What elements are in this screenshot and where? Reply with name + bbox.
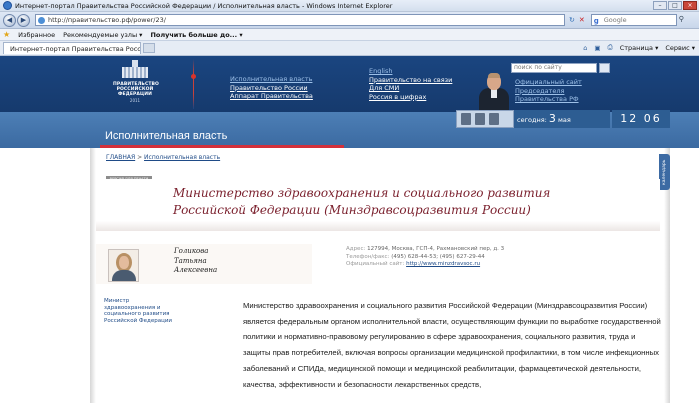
header-divider — [193, 59, 194, 109]
address-actions: ↻ ✕ — [569, 16, 585, 24]
url-text: http://правительство.рф/power/23/ — [48, 16, 166, 24]
phone-value: (495) 628-44-53; (495) 627-29-44 — [391, 253, 485, 260]
breadcrumb-separator: > — [135, 154, 145, 161]
pm-link-official[interactable]: Официальный сайт — [515, 78, 582, 87]
site-search-input[interactable]: поиск по сайту — [511, 63, 597, 73]
browser-search-placeholder: Google — [603, 16, 627, 24]
tab-title: Интернет-портал Правительства Российской… — [10, 44, 141, 53]
stop-icon[interactable]: ✕ — [579, 16, 585, 24]
nav-media[interactable]: Для СМИ — [369, 84, 452, 93]
logo-line-3: ФЕДЕРАЦИИ — [117, 92, 152, 97]
time-display: 12 06 — [612, 110, 670, 128]
section-title: Исполнительная власть — [105, 130, 228, 142]
date-day: 3 — [548, 112, 556, 125]
maximize-button[interactable]: □ — [668, 1, 682, 10]
pm-site-links: Официальный сайт Председателя Правительс… — [515, 78, 582, 104]
page-icon — [38, 16, 45, 24]
site-label: Официальный сайт: — [346, 261, 405, 267]
url-input[interactable]: http://правительство.рф/power/23/ — [35, 14, 565, 26]
window-controls: – □ × — [653, 1, 697, 10]
address-label: Адрес: — [346, 246, 366, 252]
breadcrumb-current[interactable]: Исполнительная власть — [144, 154, 220, 161]
pm-photo[interactable] — [478, 72, 510, 110]
minimize-button[interactable]: – — [653, 1, 667, 10]
page-menu[interactable]: Страница ▾ — [620, 44, 659, 52]
tab-current[interactable]: Интернет-портал Правительства Российской… — [3, 42, 141, 54]
refresh-icon[interactable]: ↻ — [569, 16, 575, 24]
nav-contact[interactable]: Правительство на связи — [369, 76, 452, 85]
ministry-description: Министерство здравоохранения и социально… — [243, 301, 661, 389]
forward-button[interactable]: ▶ — [17, 13, 30, 27]
command-bar: ⌂ ▣ ⎙ Страница ▾ Сервис ▾ — [583, 43, 695, 52]
ministry-site-link[interactable]: http://www.minzdravsoc.ru — [406, 261, 480, 267]
address-bar: ◀ ▶ http://правительство.рф/power/23/ ↻ … — [0, 12, 699, 29]
minister-patronymic: Алексеевна — [174, 266, 218, 274]
minister-surname: Голикова — [174, 247, 209, 255]
minister-name[interactable]: Голикова Татьяна Алексеевна — [174, 247, 217, 276]
site-search-button[interactable] — [599, 63, 610, 73]
minister-first-name: Татьяна — [174, 256, 207, 265]
nav-government[interactable]: Правительство России — [230, 84, 313, 93]
ie-logo-icon — [3, 1, 12, 10]
date-label: сегодня: — [517, 116, 547, 124]
feedback-icon[interactable] — [461, 113, 471, 125]
breadcrumb: ГЛАВНАЯ > Исполнительная власть — [106, 154, 220, 161]
close-button[interactable]: × — [683, 1, 697, 10]
header-marker-dot — [191, 74, 196, 79]
feeds-icon[interactable]: ▣ — [594, 44, 600, 52]
nav-apparatus[interactable]: Аппарат Правительства — [230, 92, 313, 101]
utility-icons — [456, 110, 514, 128]
ministry-contacts: Адрес: 127994, Москва, ГСП-4, Рахмановск… — [346, 246, 504, 269]
white-house-icon — [121, 60, 149, 80]
calendar-side-tab[interactable]: календарь — [659, 154, 670, 190]
minister-photo[interactable] — [108, 249, 139, 282]
header-nav-secondary: English Правительство на связи Для СМИ Р… — [369, 67, 452, 101]
nav-english[interactable]: English — [369, 67, 452, 76]
government-logo[interactable]: ПРАВИТЕЛЬСТВО РОССИЙСКОЙ ФЕДЕРАЦИИ 2011 — [113, 60, 159, 110]
logo-year: 2011 — [129, 98, 141, 103]
pm-link-government[interactable]: Правительства РФ — [515, 95, 582, 104]
sitemap-icon[interactable] — [489, 113, 499, 125]
browser-search-input[interactable]: g Google — [590, 14, 677, 26]
favorites-star-icon: ★ — [3, 30, 11, 39]
print-icon[interactable]: ⎙ — [608, 43, 613, 52]
date-month: мая — [557, 116, 571, 124]
phone-label: Телефон/факс: — [346, 253, 390, 260]
fav-link-get-more[interactable]: Получить больше до... ▾ — [150, 31, 242, 39]
fav-link-recommended[interactable]: Рекомендуемые узлы ▾ — [63, 31, 142, 39]
window-titlebar: Интернет-портал Правительства Российской… — [0, 0, 699, 12]
new-tab-button[interactable] — [143, 43, 155, 53]
favorites-bar: ★ Избранное Рекомендуемые узлы ▾ Получит… — [0, 29, 699, 41]
tools-menu[interactable]: Сервис ▾ — [665, 44, 695, 52]
google-icon: g — [593, 17, 599, 25]
ministry-title: Министерство здравоохранения и социально… — [173, 186, 551, 217]
document-icon[interactable] — [475, 113, 485, 125]
site-search-placeholder: поиск по сайту — [514, 64, 562, 71]
favorites-button[interactable]: Избранное — [18, 31, 55, 39]
minister-side-link[interactable]: Министр здравоохранения и социального ра… — [104, 298, 176, 324]
back-button[interactable]: ◀ — [3, 13, 16, 27]
search-icon[interactable]: ⚲ — [679, 15, 687, 25]
home-icon[interactable]: ⌂ — [583, 44, 587, 52]
nav-executive-power[interactable]: Исполнительная власть — [230, 75, 313, 84]
nav-statistics[interactable]: Россия в цифрах — [369, 93, 452, 102]
address-value: 127994, Москва, ГСП-4, Рахмановский пер,… — [367, 246, 505, 252]
tab-bar: Интернет-портал Правительства Российской… — [0, 41, 699, 56]
date-display: сегодня: 3 мая — [514, 110, 610, 128]
pm-link-chairman[interactable]: Председателя — [515, 87, 582, 96]
breadcrumb-home[interactable]: ГЛАВНАЯ — [106, 154, 135, 161]
window-title: Интернет-портал Правительства Российской… — [15, 1, 393, 10]
header-nav-primary: Исполнительная власть Правительство Росс… — [230, 75, 313, 101]
